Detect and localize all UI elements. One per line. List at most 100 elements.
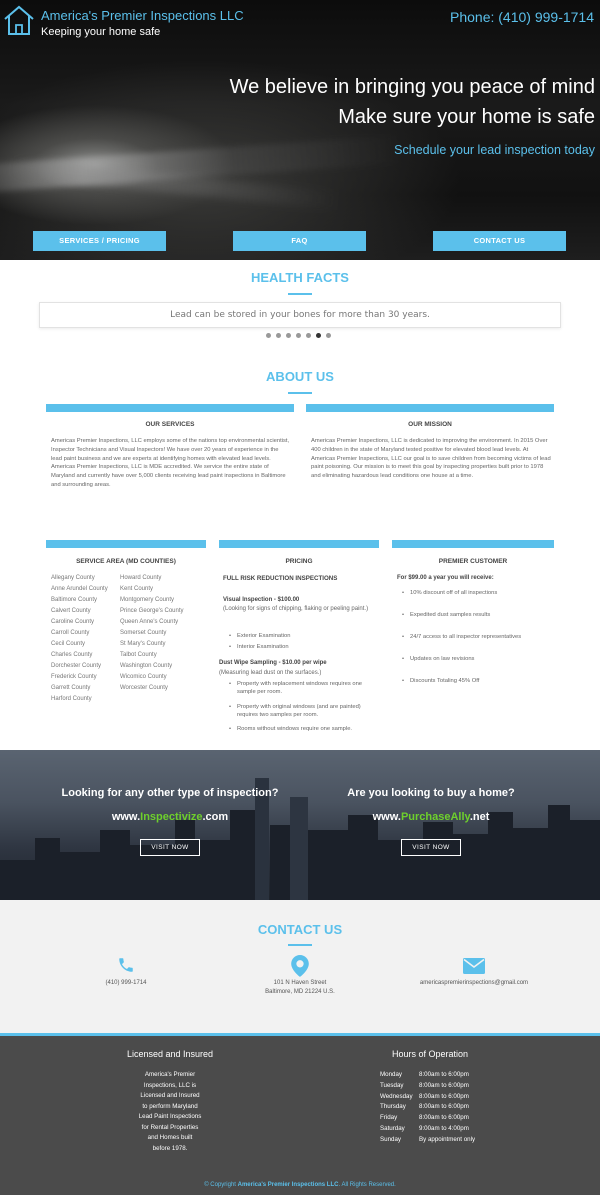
county-item: Kent County bbox=[120, 586, 154, 592]
header-phone[interactable]: Phone: (410) 999-1714 bbox=[450, 9, 594, 25]
house-logo-icon[interactable] bbox=[3, 4, 35, 36]
premier-item: 24/7 access to all inspector representat… bbox=[402, 633, 550, 641]
pricing-subtitle: FULL RISK REDUCTION INSPECTIONS bbox=[223, 575, 338, 582]
licensed-line: before 1978. bbox=[152, 1144, 188, 1152]
county-item: Charles County bbox=[51, 652, 93, 658]
licensed-line: and Homes built bbox=[147, 1134, 193, 1141]
county-list-1: Allegany County Anne Arundel County Baltim… bbox=[51, 573, 121, 705]
county-item: Somerset County bbox=[120, 630, 167, 636]
copyright-company-link[interactable]: America's Premier Inspections LLC bbox=[238, 1182, 339, 1188]
licensed-line: to perform Maryland bbox=[142, 1102, 198, 1110]
premier-item: Discounts Totaling 45% Off bbox=[402, 677, 550, 685]
carousel-dot[interactable] bbox=[266, 333, 271, 338]
pricing-accent-bar bbox=[219, 540, 379, 548]
hours-times: 8:00am to 6:00pm 8:00am to 6:00pm 8:00am t… bbox=[419, 1070, 499, 1146]
hours-time: 8:00am to 6:00pm bbox=[419, 1071, 469, 1078]
county-item: Baltimore County bbox=[51, 597, 98, 603]
visual-item: Interior Examination bbox=[229, 643, 377, 651]
licensed-line: Lead Paint Inspections bbox=[138, 1113, 202, 1120]
hero-headline-1: We believe in bringing you peace of mind bbox=[229, 76, 595, 98]
hours-day: Monday bbox=[380, 1071, 403, 1078]
hours-day: Wednesday bbox=[380, 1092, 413, 1100]
hero-banner: America's Premier Inspections LLC Keepin… bbox=[0, 0, 600, 260]
hours-time: 9:00am to 4:00pm bbox=[419, 1124, 469, 1132]
premier-customer-heading: PREMIER CUSTOMER bbox=[438, 558, 508, 565]
county-item: Queen Anne's County bbox=[120, 619, 179, 625]
carousel-dot[interactable] bbox=[286, 333, 291, 338]
carousel-dot[interactable] bbox=[306, 333, 311, 338]
visit-purchaseally-button[interactable]: VISIT NOW bbox=[401, 839, 461, 856]
licensed-line: Licensed and Insured bbox=[140, 1092, 200, 1099]
hours-time: 8:00am to 6:00pm bbox=[419, 1081, 469, 1089]
county-list-2: Howard County Kent County Montgomery Count… bbox=[120, 573, 205, 694]
premier-item: Expedited dust samples results bbox=[402, 611, 550, 619]
footer: Licensed and Insured America's Premier In… bbox=[0, 1036, 600, 1195]
hours-day: Saturday bbox=[380, 1124, 405, 1132]
service-area-heading: SERVICE AREA (MD COUNTIES) bbox=[76, 558, 176, 565]
contact-email[interactable]: americaspremierinspections@gmail.com bbox=[394, 979, 554, 988]
county-item: Worcester County bbox=[120, 685, 168, 691]
health-facts-title: HEALTH FACTS bbox=[251, 270, 349, 285]
hero-cta-link[interactable]: Schedule your lead inspection today bbox=[394, 143, 595, 157]
purchaseally-link[interactable]: www.PurchaseAlly.net bbox=[300, 811, 562, 823]
title-underline bbox=[288, 293, 312, 295]
title-underline bbox=[288, 944, 312, 946]
county-item: Allegany County bbox=[51, 575, 95, 581]
county-item: Talbot County bbox=[120, 652, 157, 658]
dust-item: Rooms without windows require one sample… bbox=[229, 725, 379, 733]
our-services-heading: OUR SERVICES bbox=[145, 421, 195, 428]
licensed-line: for Rental Properties bbox=[141, 1123, 199, 1131]
county-item: Prince George's County bbox=[120, 608, 184, 614]
county-item: Montgomery County bbox=[120, 597, 175, 603]
hours-time: 8:00am to 6:00pm bbox=[419, 1092, 469, 1100]
hours-time: By appointment only bbox=[419, 1135, 476, 1143]
carousel-dot[interactable] bbox=[296, 333, 301, 338]
city-banner: Looking for any other type of inspection… bbox=[0, 750, 600, 900]
contact-address-line2: Baltimore, MD 21224 U.S. bbox=[265, 989, 335, 995]
carousel-dot[interactable] bbox=[326, 333, 331, 338]
about-us-title: ABOUT US bbox=[266, 369, 334, 384]
premier-accent-bar bbox=[392, 540, 554, 548]
contact-us-button[interactable]: CONTACT US bbox=[433, 231, 566, 251]
brand-tagline: Keeping your home safe bbox=[41, 26, 161, 38]
hours-time: 8:00am to 6:00pm bbox=[419, 1103, 469, 1111]
our-services-text: Americas Premier Inspections, LLC employ… bbox=[51, 438, 290, 488]
envelope-icon bbox=[463, 958, 485, 974]
visual-inspection-note: (Looking for signs of chipping, flaking … bbox=[223, 606, 369, 612]
buy-home-question: Are you looking to buy a home? bbox=[347, 787, 515, 799]
county-item: Caroline County bbox=[51, 619, 95, 625]
visual-inspection-title: Visual Inspection - $100.00 bbox=[223, 597, 300, 603]
county-item: Harford County bbox=[51, 696, 92, 702]
contact-phone[interactable]: (410) 999-1714 bbox=[76, 979, 176, 988]
other-inspection-question: Looking for any other type of inspection… bbox=[61, 787, 279, 799]
mission-accent-bar bbox=[306, 404, 554, 412]
licensed-line: Inspections, LLC is bbox=[143, 1081, 197, 1089]
county-item: St Mary's County bbox=[120, 641, 166, 647]
visit-inspectivize-button[interactable]: VISIT NOW bbox=[140, 839, 200, 856]
contact-us-title: CONTACT US bbox=[257, 922, 343, 937]
hours-day: Sunday bbox=[380, 1135, 401, 1143]
county-item: Howard County bbox=[120, 575, 162, 581]
map-pin-icon bbox=[291, 955, 309, 977]
county-item: Frederick County bbox=[51, 674, 97, 680]
county-item: Anne Arundel County bbox=[51, 586, 108, 592]
pricing-heading: PRICING bbox=[285, 558, 313, 565]
carousel-dot[interactable] bbox=[276, 333, 281, 338]
copyright: © Copyright America's Premier Inspection… bbox=[204, 1182, 396, 1188]
premier-lead: For $99.00 a year you will receive: bbox=[397, 575, 494, 581]
inspectivize-link[interactable]: www.Inspectivize.com bbox=[40, 811, 300, 823]
premier-item: Updates on law revisions bbox=[402, 655, 550, 663]
brand-name[interactable]: America's Premier Inspections LLC bbox=[41, 8, 244, 23]
hours-day: Friday bbox=[380, 1114, 398, 1122]
contact-section: CONTACT US (410) 999-1714 101 N Haven St… bbox=[0, 900, 600, 1036]
services-pricing-button[interactable]: SERVICES / PRICING bbox=[33, 231, 166, 251]
premier-item: 10% discount off of all inspections bbox=[402, 589, 550, 597]
hours-day: Thursday bbox=[380, 1103, 406, 1111]
services-accent-bar bbox=[46, 404, 294, 412]
carousel-dot[interactable] bbox=[316, 333, 321, 338]
faq-button[interactable]: FAQ bbox=[233, 231, 366, 251]
dust-item: Property with replacement windows requir… bbox=[229, 680, 379, 696]
hours-time: 8:00am to 6:00pm bbox=[419, 1114, 469, 1122]
county-item: Washington County bbox=[120, 663, 173, 669]
licensed-text: America's Premier Inspections, LLC is Lice… bbox=[110, 1070, 230, 1154]
